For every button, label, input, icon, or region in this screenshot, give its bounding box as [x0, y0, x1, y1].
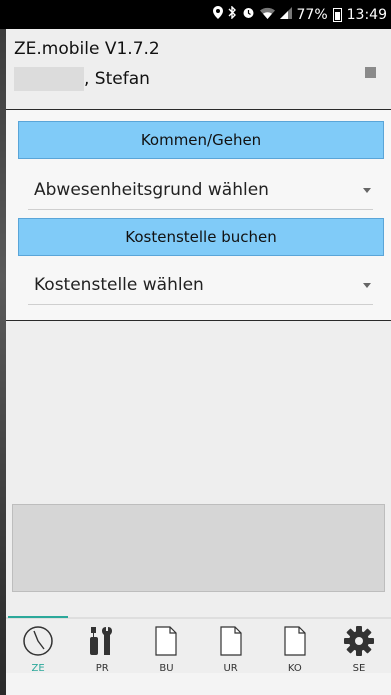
app-title: ZE.mobile V1.7.2: [14, 39, 160, 59]
redacted-name: [14, 67, 84, 91]
actions-panel: Kommen/Gehen Abwesenheitsgrund wählen Ko…: [6, 110, 391, 320]
clock-icon: [22, 625, 54, 661]
kommen-gehen-button[interactable]: Kommen/Gehen: [18, 121, 384, 159]
tab-pr[interactable]: PR: [70, 619, 134, 674]
status-square-icon[interactable]: [365, 67, 376, 78]
chevron-down-icon: [363, 283, 371, 288]
tab-se[interactable]: SE: [327, 619, 391, 674]
gear-icon: [343, 625, 375, 661]
user-name: , Stefan: [84, 69, 150, 89]
kostenstelle-select[interactable]: Kostenstelle wählen: [28, 265, 373, 305]
signal-icon: [279, 6, 292, 23]
document-icon: [279, 625, 311, 661]
tab-ko[interactable]: KO: [263, 619, 327, 674]
status-bar: 77% 13:49: [0, 0, 391, 29]
clock-time: 13:49: [346, 6, 387, 23]
footer-strip: [6, 673, 391, 695]
kostenstelle-select-value: Kostenstelle wählen: [34, 274, 204, 295]
alarm-icon: [242, 6, 255, 23]
tab-ur[interactable]: UR: [199, 619, 263, 674]
document-icon: [215, 625, 247, 661]
abwesenheit-select[interactable]: Abwesenheitsgrund wählen: [28, 170, 373, 210]
abwesenheit-select-value: Abwesenheitsgrund wählen: [34, 179, 269, 200]
kostenstelle-buchen-button[interactable]: Kostenstelle buchen: [18, 218, 384, 256]
tools-icon: [86, 625, 118, 661]
app-header: ZE.mobile V1.7.2 , Stefan: [6, 29, 391, 109]
chevron-down-icon: [363, 188, 371, 193]
wifi-icon: [259, 7, 275, 23]
battery-percent: 77%: [296, 6, 328, 23]
tab-bu[interactable]: BU: [134, 619, 198, 674]
bluetooth-icon: [228, 5, 237, 23]
battery-icon: [332, 7, 342, 22]
info-box: [12, 504, 385, 592]
bottom-nav: ZE PR BU UR KO SE: [6, 616, 391, 674]
tab-ze[interactable]: ZE: [6, 616, 70, 674]
document-icon: [150, 625, 182, 661]
app-window: ZE.mobile V1.7.2 , Stefan Kommen/Gehen A…: [6, 29, 391, 695]
location-icon: [212, 6, 223, 23]
user-row: , Stefan: [14, 67, 150, 91]
